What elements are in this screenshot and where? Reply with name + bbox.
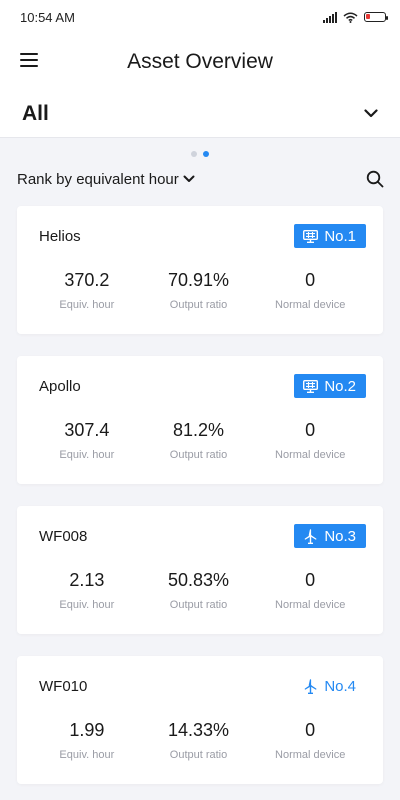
- card-header: WF008 No.3: [39, 524, 366, 548]
- normal-device-value: 0: [305, 420, 316, 440]
- metric-normal-device: 0 Normal device: [254, 270, 366, 311]
- wifi-icon: [343, 12, 358, 23]
- equiv-hour-label: Equiv. hour: [59, 749, 115, 761]
- battery-icon: [364, 12, 388, 22]
- asset-name: WF008: [39, 527, 88, 545]
- metric-output-ratio: 50.83% Output ratio: [143, 570, 255, 611]
- normal-device-value: 0: [305, 270, 316, 290]
- equiv-hour-value: 307.4: [64, 420, 110, 440]
- normal-device-value: 0: [305, 570, 316, 590]
- carousel-dot[interactable]: [191, 151, 197, 157]
- chevron-down-icon: [183, 175, 195, 182]
- asset-filter-dropdown[interactable]: All: [0, 90, 400, 138]
- page-title: Asset Overview: [127, 50, 273, 73]
- asset-card[interactable]: Helios No.1 370.2 Equiv. hour 70.91% Out…: [17, 206, 383, 334]
- normal-device-label: Normal device: [275, 599, 346, 611]
- output-ratio-value: 50.83%: [167, 570, 230, 590]
- asset-card[interactable]: Apollo No.2 307.4 Equiv. hour 81.2% Outp…: [17, 356, 383, 484]
- rank-badge: No.1: [294, 224, 366, 248]
- rank-text: No.2: [324, 377, 356, 395]
- rank-text: No.3: [324, 527, 356, 545]
- rank-text: No.4: [324, 677, 356, 695]
- metrics-row: 307.4 Equiv. hour 81.2% Output ratio 0 N…: [39, 420, 366, 461]
- signal-icon: [323, 11, 337, 23]
- asset-card[interactable]: WF008 No.3 2.13 Equiv. hour 50.83% Outpu…: [17, 506, 383, 634]
- normal-device-label: Normal device: [275, 449, 346, 461]
- search-icon[interactable]: [366, 170, 384, 188]
- metric-equiv-hour: 307.4 Equiv. hour: [31, 420, 143, 461]
- asset-name: Helios: [39, 227, 81, 245]
- output-ratio-value: 70.91%: [167, 270, 230, 290]
- metrics-row: 370.2 Equiv. hour 70.91% Output ratio 0 …: [39, 270, 366, 311]
- equiv-hour-label: Equiv. hour: [59, 599, 115, 611]
- chevron-down-icon[interactable]: [364, 109, 378, 118]
- asset-card[interactable]: WF010 No.4 1.99 Equiv. hour 14.33% Outpu…: [17, 656, 383, 784]
- status-icons: [323, 11, 388, 23]
- equiv-hour-label: Equiv. hour: [59, 449, 115, 461]
- metric-equiv-hour: 1.99 Equiv. hour: [31, 720, 143, 761]
- equiv-hour-value: 1.99: [69, 720, 105, 740]
- output-ratio-label: Output ratio: [169, 299, 228, 311]
- rank-text: No.1: [324, 227, 356, 245]
- rank-badge: No.2: [294, 374, 366, 398]
- output-ratio-value: 14.33%: [167, 720, 230, 740]
- equiv-hour-label: Equiv. hour: [59, 299, 115, 311]
- status-time: 10:54 AM: [20, 9, 75, 25]
- normal-device-label: Normal device: [275, 299, 346, 311]
- status-bar: 10:54 AM: [0, 0, 400, 34]
- solar-panel-icon: [303, 379, 319, 393]
- metric-normal-device: 0 Normal device: [254, 720, 366, 761]
- rank-row: Rank by equivalent hour: [0, 167, 400, 191]
- wind-turbine-icon: [303, 678, 318, 694]
- rank-badge: No.3: [294, 524, 366, 548]
- metric-equiv-hour: 2.13 Equiv. hour: [31, 570, 143, 611]
- rank-sort-label: Rank by equivalent hour: [17, 170, 179, 188]
- carousel-dot-active[interactable]: [203, 151, 209, 157]
- metric-normal-device: 0 Normal device: [254, 420, 366, 461]
- filter-value: All: [22, 101, 49, 125]
- solar-panel-icon: [303, 229, 319, 243]
- asset-card-list: Helios No.1 370.2 Equiv. hour 70.91% Out…: [0, 206, 400, 784]
- nav-bar: Asset Overview: [0, 34, 400, 90]
- output-ratio-label: Output ratio: [169, 749, 228, 761]
- rank-sort-dropdown[interactable]: Rank by equivalent hour: [17, 171, 195, 188]
- output-ratio-value: 81.2%: [172, 420, 225, 440]
- equiv-hour-value: 2.13: [69, 570, 105, 590]
- metric-normal-device: 0 Normal device: [254, 570, 366, 611]
- metric-output-ratio: 14.33% Output ratio: [143, 720, 255, 761]
- equiv-hour-value: 370.2: [64, 270, 110, 290]
- normal-device-label: Normal device: [275, 749, 346, 761]
- output-ratio-label: Output ratio: [169, 449, 228, 461]
- card-header: Helios No.1: [39, 224, 366, 248]
- metric-equiv-hour: 370.2 Equiv. hour: [31, 270, 143, 311]
- card-header: WF010 No.4: [39, 674, 366, 698]
- carousel-dots: [0, 151, 400, 157]
- asset-name: Apollo: [39, 377, 81, 395]
- asset-name: WF010: [39, 677, 88, 695]
- metrics-row: 1.99 Equiv. hour 14.33% Output ratio 0 N…: [39, 720, 366, 761]
- metric-output-ratio: 70.91% Output ratio: [143, 270, 255, 311]
- output-ratio-label: Output ratio: [169, 599, 228, 611]
- wind-turbine-icon: [303, 528, 318, 544]
- metric-output-ratio: 81.2% Output ratio: [143, 420, 255, 461]
- normal-device-value: 0: [305, 720, 316, 740]
- menu-icon[interactable]: [20, 53, 38, 71]
- card-header: Apollo No.2: [39, 374, 366, 398]
- metrics-row: 2.13 Equiv. hour 50.83% Output ratio 0 N…: [39, 570, 366, 611]
- rank-badge: No.4: [294, 674, 366, 698]
